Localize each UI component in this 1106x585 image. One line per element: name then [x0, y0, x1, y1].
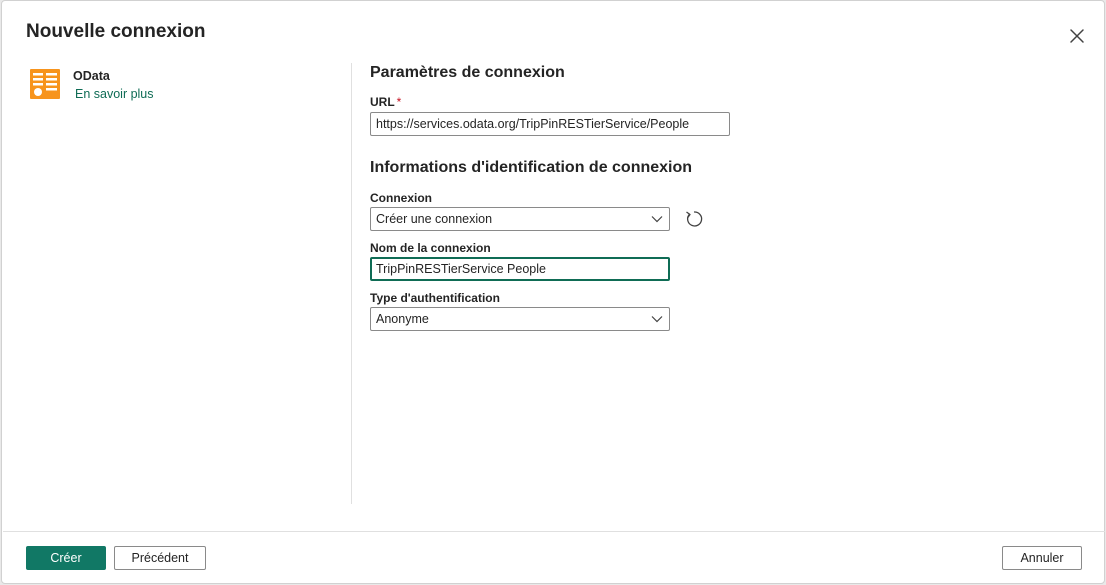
refresh-icon — [686, 211, 703, 227]
chevron-down-icon — [651, 316, 663, 323]
connection-name-input[interactable]: TripPinRESTierService People — [370, 257, 670, 281]
url-label-text: URL — [370, 95, 395, 109]
auth-type-value: Anonyme — [376, 312, 429, 326]
cancel-button[interactable]: Annuler — [1002, 546, 1082, 570]
learn-more-link[interactable]: En savoir plus — [75, 87, 154, 101]
footer-divider — [3, 531, 1105, 532]
previous-button[interactable]: Précédent — [114, 546, 206, 570]
connector-name: OData — [73, 69, 110, 83]
connection-dropdown-value: Créer une connexion — [376, 212, 493, 226]
chevron-down-icon — [651, 216, 663, 223]
required-marker: * — [396, 95, 402, 109]
close-button[interactable] — [1066, 25, 1088, 47]
connection-settings-title: Paramètres de connexion — [370, 64, 565, 81]
connection-dropdown[interactable]: Créer une connexion — [370, 207, 670, 231]
refresh-button[interactable] — [683, 208, 705, 230]
dialog-title: Nouvelle connexion — [26, 21, 206, 42]
connection-name-value: TripPinRESTierService People — [376, 262, 546, 276]
connection-name-label: Nom de la connexion — [370, 241, 491, 255]
credentials-title: Informations d'identification de connexi… — [370, 159, 693, 176]
connection-label: Connexion — [370, 191, 432, 205]
url-label: URL * — [370, 95, 401, 109]
panel-divider — [351, 63, 352, 504]
odata-connector-icon — [30, 69, 60, 99]
auth-type-dropdown[interactable]: Anonyme — [370, 307, 670, 331]
url-value: https://services.odata.org/TripPinRESTie… — [376, 117, 690, 131]
auth-type-label: Type d'authentification — [370, 291, 500, 305]
url-input[interactable]: https://services.odata.org/TripPinRESTie… — [370, 112, 730, 136]
create-button[interactable]: Créer — [26, 546, 106, 570]
new-connection-dialog: Nouvelle connexion OData En savoir plus … — [1, 0, 1105, 584]
close-icon — [1070, 29, 1084, 43]
